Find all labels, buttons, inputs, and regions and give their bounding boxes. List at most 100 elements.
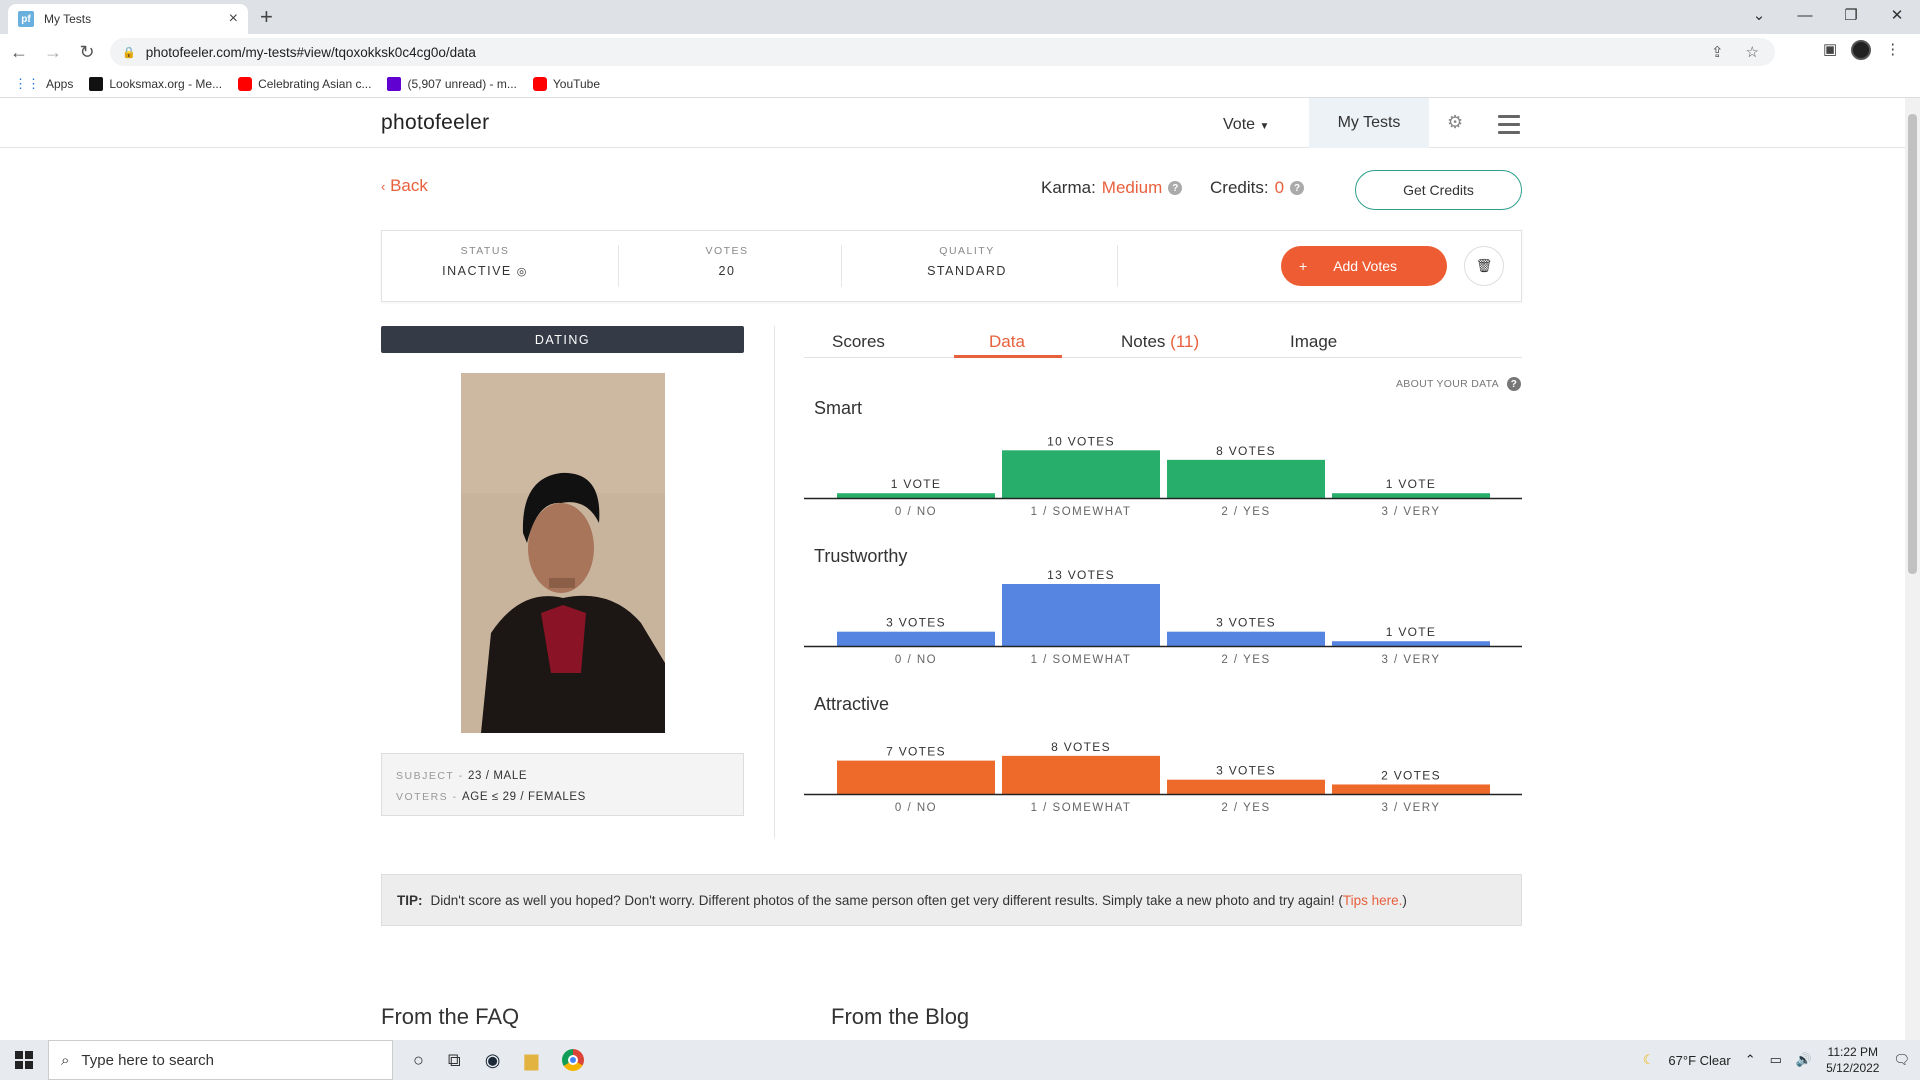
url-field[interactable]: 🔒 photofeeler.com/my-tests#view/tqoxokks… xyxy=(110,38,1775,66)
active-tab-underline xyxy=(954,355,1062,358)
looksmax-icon xyxy=(89,76,104,91)
subject-value: 23 / MALE xyxy=(468,770,528,782)
tips-link[interactable]: Tips here. xyxy=(1343,893,1403,908)
tab-image[interactable]: Image xyxy=(1290,332,1337,352)
photo-panel: DATING SUBJECT - 23 / MALE VOTERS - AGE … xyxy=(381,326,744,816)
chrome-icon[interactable] xyxy=(562,1049,585,1071)
gear-icon[interactable]: ⚙ xyxy=(1447,112,1463,133)
add-votes-button[interactable]: + Add Votes xyxy=(1281,246,1447,286)
side-panel-icon[interactable]: ▣ xyxy=(1823,40,1837,60)
tab-scores[interactable]: Scores xyxy=(832,332,885,352)
category-label: 0 / NO xyxy=(895,506,937,518)
portrait-image xyxy=(461,373,665,733)
bookmark-celebrating[interactable]: Celebrating Asian c... xyxy=(238,76,371,91)
bar xyxy=(1332,493,1490,498)
bar xyxy=(1167,779,1325,794)
eye-off-icon[interactable]: ◎ xyxy=(517,266,528,278)
minimize-icon[interactable]: — xyxy=(1782,0,1828,30)
category-label: DATING xyxy=(381,326,744,353)
data-label: 1 VOTE xyxy=(1386,477,1436,491)
network-icon[interactable]: ▭ xyxy=(1770,1052,1782,1068)
tab-search-icon[interactable]: ⌄ xyxy=(1736,0,1782,30)
nav-vote-dropdown[interactable]: Vote ▼ xyxy=(1223,116,1269,134)
data-label: 3 VOTES xyxy=(886,616,946,630)
votes-stat: VOTES 20 xyxy=(627,245,827,278)
system-tray: ☾ 67°F Clear ⌃ ▭ 🔊 11:22 PM 5/12/2022 🗨 xyxy=(1643,1040,1910,1080)
data-label: 13 VOTES xyxy=(1047,570,1115,582)
karma-value: Medium xyxy=(1101,178,1163,197)
bookmark-apps[interactable]: ⋮⋮ Apps xyxy=(14,76,73,92)
bookmark-star-icon[interactable]: ☆ xyxy=(1746,43,1759,61)
close-window-icon[interactable]: ✕ xyxy=(1874,0,1920,30)
chart-title: Attractive xyxy=(814,694,890,714)
bar xyxy=(1002,450,1160,498)
bar xyxy=(1332,641,1490,646)
hamburger-menu-icon[interactable] xyxy=(1498,115,1520,139)
karma-help-icon[interactable]: ? xyxy=(1168,181,1183,195)
page-scrollbar[interactable] xyxy=(1905,98,1920,1040)
url-text: photofeeler.com/my-tests#view/tqoxokksk0… xyxy=(145,44,476,60)
status-value: INACTIVE xyxy=(442,264,512,278)
tab-title: My Tests xyxy=(44,12,92,26)
volume-icon[interactable]: 🔊 xyxy=(1796,1052,1812,1068)
about-your-data-link[interactable]: ABOUT YOUR DATA ? xyxy=(1396,377,1521,391)
tip-box: TIP: Didn't score as well you hoped? Don… xyxy=(381,874,1522,926)
attractive-chart: Attractive 7 VOTES 0 / NO 8 VOTES 1 / SOMEW… xyxy=(804,694,1522,834)
steam-icon[interactable]: ◉ xyxy=(485,1050,501,1071)
browser-menu-icon[interactable]: ⋮ xyxy=(1885,40,1900,60)
profile-avatar[interactable] xyxy=(1851,40,1872,60)
quality-stat: QUALITY STANDARD xyxy=(842,245,1092,278)
get-credits-button[interactable]: Get Credits xyxy=(1355,170,1522,210)
task-view-icon[interactable]: ⧉ xyxy=(448,1050,461,1071)
category-label: 2 / YES xyxy=(1221,654,1270,666)
back-arrow-icon[interactable]: ← xyxy=(4,42,34,63)
reload-icon[interactable]: ↻ xyxy=(72,42,102,63)
notifications-icon[interactable]: 🗨 xyxy=(1893,1052,1910,1068)
nav-my-tests[interactable]: My Tests xyxy=(1309,98,1429,148)
forward-arrow-icon[interactable]: → xyxy=(38,42,68,63)
tab-notes[interactable]: Notes (11) xyxy=(1121,332,1199,352)
taskbar-apps: ○ ⧉ ◉ ▆ xyxy=(413,1049,585,1071)
quality-value: STANDARD xyxy=(927,264,1007,278)
share-icon[interactable]: ⇪ xyxy=(1711,43,1724,61)
data-label: 2 VOTES xyxy=(1381,768,1441,782)
bar xyxy=(1332,784,1490,794)
divider xyxy=(618,245,619,287)
bookmark-youtube[interactable]: YouTube xyxy=(532,76,600,91)
restore-icon[interactable]: ❐ xyxy=(1828,0,1874,30)
caret-down-icon: ▼ xyxy=(1259,121,1270,132)
windows-start-icon[interactable] xyxy=(0,1051,48,1069)
youtube-icon xyxy=(532,76,547,91)
data-label: 10 VOTES xyxy=(1047,434,1115,448)
yahoo-mail-icon xyxy=(387,76,402,91)
bar xyxy=(1002,755,1160,794)
close-tab-icon[interactable]: × xyxy=(229,10,238,28)
weather-text[interactable]: 67°F Clear xyxy=(1668,1053,1730,1068)
file-explorer-icon[interactable]: ▆ xyxy=(524,1050,538,1071)
taskbar-search[interactable]: ⌕ Type here to search xyxy=(48,1040,393,1080)
trash-icon[interactable]: 🗑 xyxy=(1464,246,1504,286)
data-label: 8 VOTES xyxy=(1216,444,1276,458)
bar xyxy=(1167,631,1325,646)
category-label: 1 / SOMEWHAT xyxy=(1031,802,1132,814)
clock[interactable]: 11:22 PM 5/12/2022 xyxy=(1826,1044,1879,1076)
browser-tab[interactable]: pf My Tests × xyxy=(8,4,248,34)
bookmark-yahoo-mail[interactable]: (5,907 unread) - m... xyxy=(387,76,517,91)
credits-help-icon[interactable]: ? xyxy=(1290,181,1305,195)
scrollbar-thumb[interactable] xyxy=(1908,114,1917,574)
tab-data[interactable]: Data xyxy=(989,332,1025,352)
bookmark-looksmax[interactable]: Looksmax.org - Me... xyxy=(89,76,222,91)
credits-indicator: Credits: 0 ? xyxy=(1210,178,1305,198)
site-header: photofeeler Vote ▼ My Tests ⚙ xyxy=(0,98,1905,148)
photofeeler-logo[interactable]: photofeeler xyxy=(381,111,489,135)
moon-weather-icon: ☾ xyxy=(1642,1052,1655,1067)
plus-icon: + xyxy=(1299,258,1308,274)
tray-chevron-icon[interactable]: ⌃ xyxy=(1745,1052,1756,1068)
cortana-icon[interactable]: ○ xyxy=(413,1050,424,1071)
search-icon: ⌕ xyxy=(61,1051,70,1069)
bar-chart: 3 VOTES 0 / NO 13 VOTES 1 / SOMEWHAT 3 VOTES… xyxy=(804,570,1522,666)
bar-chart: 1 VOTE 0 / NO 10 VOTES 1 / SOMEWHAT 8 VOTES 2… xyxy=(804,434,1522,518)
new-tab-icon[interactable]: + xyxy=(260,4,273,30)
credits-value: 0 xyxy=(1274,178,1285,197)
back-link[interactable]: ‹ Back xyxy=(381,176,428,196)
